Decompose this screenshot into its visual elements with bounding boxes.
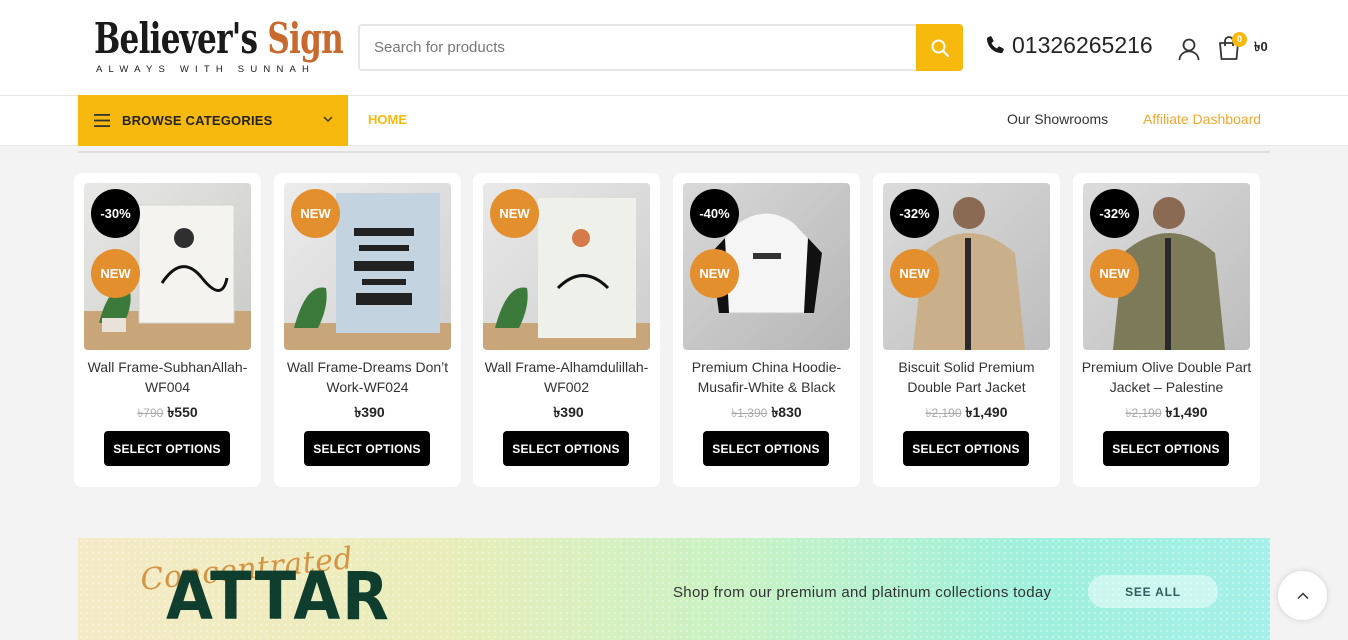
chevron-down-icon [323,116,333,122]
cart-count-badge: 0 [1232,32,1247,47]
nav-link-affiliate-dashboard[interactable]: Affiliate Dashboard [1143,111,1261,127]
phone-icon [986,36,1004,54]
search-input[interactable] [360,26,918,69]
browse-categories-label: BROWSE CATEGORIES [122,113,273,128]
section-divider [78,151,1270,153]
wall-frame-image[interactable]: NEW [284,183,451,350]
search-icon [931,39,949,57]
select-options-button[interactable]: SELECT OPTIONS [703,431,829,466]
product-price: ৳2,190 ৳1,490 [1073,401,1260,425]
new-badge: NEW [91,249,140,298]
product-price: ৳1,390 ৳830 [673,401,860,425]
user-icon [1178,38,1200,61]
new-badge: NEW [1090,249,1139,298]
current-price: ৳830 [771,404,802,420]
hoodie-image[interactable]: -40% NEW [683,183,850,350]
product-card[interactable]: -32% NEW Premium Olive Double Part Jacke… [1073,173,1260,487]
product-title[interactable]: Wall Frame-Dreams Don’t Work-WF024 [280,357,455,397]
product-price: ৳390 [274,401,461,425]
product-title[interactable]: Biscuit Solid Premium Double Part Jacket [879,357,1054,397]
old-price: ৳1,390 [731,406,768,420]
search-bar [358,24,963,71]
account-button[interactable] [1176,36,1202,62]
product-card[interactable]: -32% NEW Biscuit Solid Premium Double Pa… [873,173,1060,487]
product-title[interactable]: Premium China Hoodie-Musafir-White & Bla… [679,357,854,397]
wall-frame-image[interactable]: -30% NEW [84,183,251,350]
main-nav: BROWSE CATEGORIES HOME Our Showrooms Aff… [0,95,1348,146]
logo-wordmark: Believer's Sign [94,14,344,63]
jacket-image[interactable]: -32% NEW [883,183,1050,350]
discount-badge: -30% [91,189,140,238]
discount-badge: -32% [1090,189,1139,238]
hamburger-icon [94,114,110,127]
product-price: ৳390 [473,401,660,425]
current-price: ৳1,490 [965,404,1008,420]
current-price: ৳390 [553,404,584,420]
cart-total: ৳0 [1254,39,1268,54]
new-badge: NEW [890,249,939,298]
nav-link-home[interactable]: HOME [368,112,407,127]
current-price: ৳1,490 [1165,404,1208,420]
product-card[interactable]: -30% NEW Wall Frame-SubhanAllah-WF004 ৳7… [74,173,261,487]
phone-contact[interactable]: 01326265216 [984,30,1153,60]
attar-promo-banner[interactable]: Concentrated ATTAR Shop from our premium… [78,538,1270,640]
logo-tagline: ALWAYS WITH SUNNAH [96,64,316,75]
wall-frame-image[interactable]: NEW [483,183,650,350]
product-price: ৳2,190 ৳1,490 [873,401,1060,425]
phone-number: 01326265216 [1012,31,1153,58]
new-badge: NEW [690,249,739,298]
old-price: ৳2,190 [1125,406,1162,420]
banner-tagline: Shop from our premium and platinum colle… [673,584,1052,601]
jacket-image[interactable]: -32% NEW [1083,183,1250,350]
product-title[interactable]: Wall Frame-Alhamdulillah-WF002 [479,357,654,397]
current-price: ৳550 [167,404,198,420]
old-price: ৳2,190 [925,406,962,420]
select-options-button[interactable]: SELECT OPTIONS [1103,431,1229,466]
see-all-button[interactable]: SEE ALL [1088,575,1218,608]
select-options-button[interactable]: SELECT OPTIONS [903,431,1029,466]
product-title[interactable]: Premium Olive Double Part Jacket – Pales… [1079,357,1254,397]
select-options-button[interactable]: SELECT OPTIONS [503,431,629,466]
new-badge: NEW [291,189,340,238]
browse-categories-button[interactable]: BROWSE CATEGORIES [78,95,348,146]
discount-badge: -40% [690,189,739,238]
old-price: ৳790 [137,406,164,420]
product-title[interactable]: Wall Frame-SubhanAllah-WF004 [80,357,255,397]
search-button[interactable] [916,24,963,71]
product-price: ৳790 ৳550 [74,401,261,425]
scroll-to-top-button[interactable] [1277,570,1328,621]
select-options-button[interactable]: SELECT OPTIONS [304,431,430,466]
select-options-button[interactable]: SELECT OPTIONS [104,431,230,466]
discount-badge: -32% [890,189,939,238]
product-card[interactable]: NEW Wall Frame-Dreams Don’t Work-WF024 ৳… [274,173,461,487]
site-header: Believer's Sign ALWAYS WITH SUNNAH 01326… [0,0,1348,96]
product-card[interactable]: -40% NEW Premium China Hoodie-Musafir-Wh… [673,173,860,487]
current-price: ৳390 [354,404,385,420]
chevron-up-icon [1296,591,1309,599]
cart-button[interactable]: 0 ৳0 [1216,32,1276,62]
product-card[interactable]: NEW Wall Frame-Alhamdulillah-WF002 ৳390 … [473,173,660,487]
site-logo[interactable]: Believer's Sign ALWAYS WITH SUNNAH [94,14,344,80]
banner-headline: ATTAR [166,558,391,635]
nav-link-showrooms[interactable]: Our Showrooms [1007,111,1108,127]
new-badge: NEW [490,189,539,238]
